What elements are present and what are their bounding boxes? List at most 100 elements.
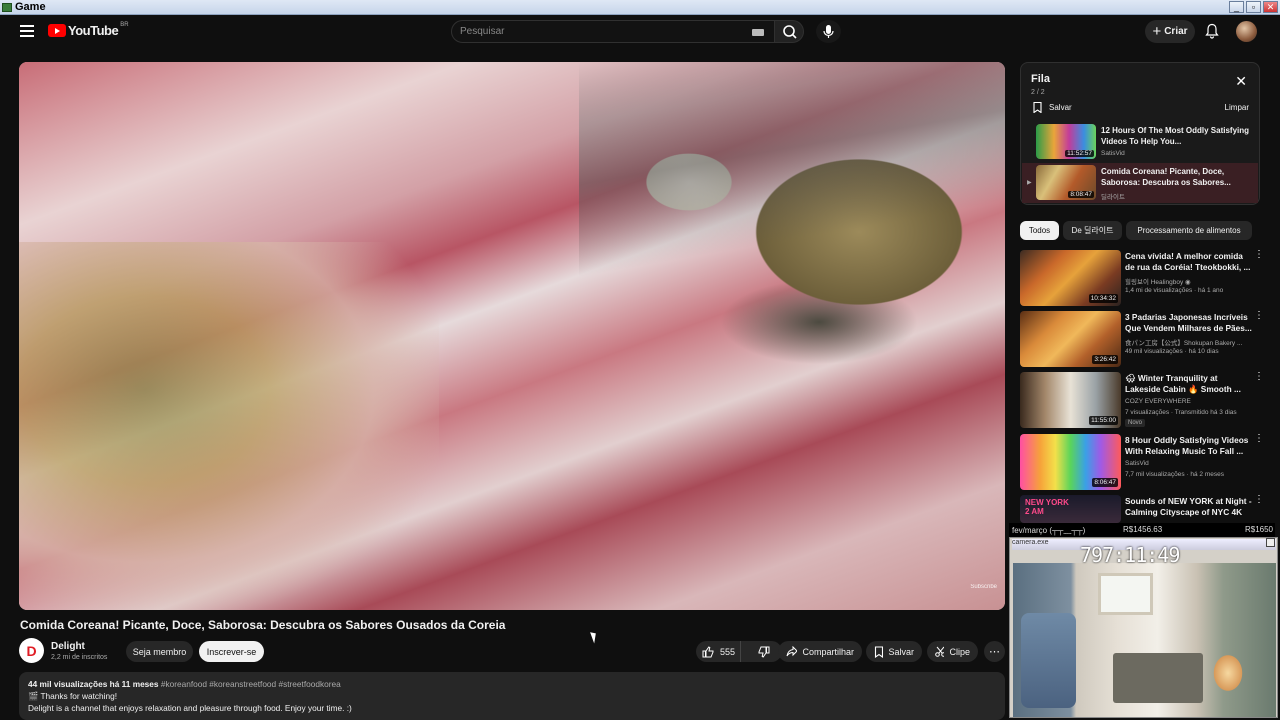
close-icon[interactable]: ✕ bbox=[1235, 74, 1247, 88]
channel-avatar[interactable]: D bbox=[19, 638, 44, 663]
recommendation-item[interactable]: 3:26:42 3 Padarias Japonesas Incríveis Q… bbox=[1020, 311, 1270, 367]
channel-subscribers: 2,2 mi de inscritos bbox=[51, 654, 108, 661]
more-options-icon[interactable]: ⋮ bbox=[1254, 495, 1264, 505]
recommendation-channel: SatisVid bbox=[1125, 460, 1149, 467]
more-actions-icon[interactable]: ⋯ bbox=[984, 641, 1005, 662]
close-icon[interactable]: ✕ bbox=[1266, 538, 1275, 547]
chip-food-processing[interactable]: Processamento de alimentos bbox=[1126, 221, 1252, 240]
close-window-button[interactable]: ✕ bbox=[1263, 1, 1278, 13]
more-options-icon[interactable]: ⋮ bbox=[1254, 434, 1264, 444]
window-titlebar: Game _ ▫ ✕ bbox=[0, 0, 1280, 15]
recommendation-title: 3 Padarias Japonesas Incríveis Que Vende… bbox=[1125, 312, 1252, 333]
new-badge: Novo bbox=[1125, 419, 1146, 427]
app-icon bbox=[2, 2, 12, 12]
queue-clear-button[interactable]: Limpar bbox=[1225, 103, 1249, 112]
search-input[interactable]: Pesquisar bbox=[451, 20, 775, 43]
clip-label: Clipe bbox=[949, 646, 970, 657]
video-player[interactable]: Subscribe bbox=[19, 62, 1005, 610]
recommendation-item[interactable]: 8:06:47 8 Hour Oddly Satisfying Videos W… bbox=[1020, 434, 1270, 490]
overlay-amount-1: R$1456.63 bbox=[1123, 525, 1163, 534]
queue-save-label: Salvar bbox=[1049, 103, 1072, 112]
user-avatar[interactable] bbox=[1236, 21, 1257, 42]
recommendation-item[interactable]: NEW YORK 2 AM Sounds of NEW YORK at Nigh… bbox=[1020, 495, 1270, 523]
share-button[interactable]: Compartilhar bbox=[778, 641, 862, 662]
overlay-amount-2: R$1650 bbox=[1244, 525, 1273, 534]
queue-item-active[interactable]: ▶ 8:08:47 Comida Coreana! Picante, Doce,… bbox=[1022, 163, 1258, 203]
like-count: 555 bbox=[720, 646, 736, 657]
clip-button[interactable]: Clipe bbox=[927, 641, 978, 662]
logo-text: YouTube bbox=[68, 23, 119, 38]
maximize-button[interactable]: ▫ bbox=[1246, 1, 1261, 13]
more-options-icon[interactable]: ⋮ bbox=[1254, 311, 1264, 321]
notifications-bell-icon[interactable] bbox=[1205, 23, 1219, 39]
chip-all[interactable]: Todos bbox=[1020, 221, 1059, 240]
mouse-cursor-icon bbox=[590, 630, 599, 644]
youtube-play-icon bbox=[48, 24, 66, 37]
queue-item[interactable]: 11:52:57 12 Hours Of The Most Oddly Sati… bbox=[1022, 122, 1258, 162]
minimize-button[interactable]: _ bbox=[1229, 1, 1244, 13]
recommendation-channel: 힐링보이 Healingboy ◉ bbox=[1125, 279, 1191, 286]
queue-save-button[interactable]: Salvar bbox=[1033, 102, 1072, 113]
recommendation-thumbnail: 11:55:00 bbox=[1020, 372, 1121, 428]
search-icon bbox=[783, 25, 797, 39]
camera-room-window bbox=[1098, 573, 1153, 615]
video-frame-shadow bbox=[579, 62, 1005, 292]
queue-count: 2 / 2 bbox=[1031, 89, 1045, 96]
recommendation-title: 🌨 Winter Tranquility at Lakeside Cabin 🔥… bbox=[1125, 373, 1241, 394]
recommendation-channel: COZY EVERYWHERE bbox=[1125, 398, 1191, 405]
queue-thumbnail: 8:08:47 bbox=[1036, 165, 1096, 200]
thumbnail-text: NEW YORK 2 AM bbox=[1025, 498, 1069, 516]
queue-duration: 8:08:47 bbox=[1068, 191, 1094, 198]
queue-title: Fila bbox=[1031, 73, 1050, 85]
chip-channel[interactable]: De 딜라이트 bbox=[1063, 221, 1122, 240]
recommendation-channel: 食パン工房【公式】Shokupan Bakery ... bbox=[1125, 340, 1243, 347]
recommendation-thumbnail: 8:06:47 bbox=[1020, 434, 1121, 490]
youtube-logo[interactable]: YouTube BR bbox=[48, 22, 129, 38]
recommendation-duration: 8:06:47 bbox=[1092, 478, 1118, 487]
scissors-icon bbox=[935, 646, 945, 657]
recommendation-thumbnail: 3:26:42 bbox=[1020, 311, 1121, 367]
more-options-icon[interactable]: ⋮ bbox=[1254, 372, 1264, 382]
recommendation-thumbnail: NEW YORK 2 AM bbox=[1020, 495, 1121, 523]
share-label: Compartilhar bbox=[802, 646, 854, 657]
thumbs-down-icon bbox=[758, 646, 770, 658]
more-options-icon[interactable]: ⋮ bbox=[1254, 250, 1264, 260]
stream-overlay-bar: fev/março (┬┬﹏┬┬) R$1456.63 R$1650 bbox=[1009, 523, 1275, 537]
window-controls: _ ▫ ✕ bbox=[1229, 1, 1278, 13]
menu-icon[interactable] bbox=[20, 25, 34, 37]
view-stats: 44 mil visualizações há 11 meses bbox=[28, 679, 159, 689]
now-playing-icon: ▶ bbox=[1027, 180, 1032, 186]
recommendation-meta: 7 visualizações · Transmitido há 3 dias bbox=[1125, 409, 1237, 416]
queue-item-title: Comida Coreana! Picante, Doce, Saborosa:… bbox=[1101, 167, 1231, 187]
keyboard-icon[interactable] bbox=[752, 29, 764, 36]
search-button[interactable] bbox=[774, 20, 804, 43]
voice-search-button[interactable] bbox=[816, 20, 841, 43]
camera-window: camera.exe ✕ 797:11:49 bbox=[1009, 537, 1278, 718]
hashtags[interactable]: #koreanfood #koreanstreetfood #streetfoo… bbox=[161, 679, 341, 689]
recommendation-item[interactable]: 11:55:00 🌨 Winter Tranquility at Lakesid… bbox=[1020, 372, 1270, 428]
queue-duration: 11:52:57 bbox=[1065, 150, 1094, 157]
share-icon bbox=[786, 646, 798, 657]
description-line-2: Delight is a channel that enjoys relaxat… bbox=[28, 703, 352, 713]
video-description[interactable]: 44 mil visualizações há 11 meses #korean… bbox=[19, 672, 1005, 720]
save-button[interactable]: Salvar bbox=[866, 641, 922, 662]
queue-item-channel: 딜라이트 bbox=[1101, 194, 1125, 201]
video-frame-detail bbox=[19, 242, 439, 610]
join-member-button[interactable]: Seja membro bbox=[126, 641, 193, 662]
search-placeholder: Pesquisar bbox=[460, 26, 505, 37]
queue-thumbnail: 11:52:57 bbox=[1036, 124, 1096, 159]
channel-avatar-letter: D bbox=[26, 642, 37, 659]
recommendation-title: Sounds of NEW YORK at Night - Calming Ci… bbox=[1125, 496, 1252, 517]
plus-icon: + bbox=[1152, 22, 1162, 40]
create-button[interactable]: + Criar bbox=[1145, 20, 1195, 43]
subscribe-button[interactable]: Inscrever-se bbox=[199, 641, 264, 662]
queue-item-channel: SatisVid bbox=[1101, 150, 1125, 157]
top-header: YouTube BR Pesquisar + Criar bbox=[0, 15, 1280, 48]
channel-name[interactable]: Delight bbox=[51, 641, 85, 652]
queue-panel: Fila 2 / 2 ✕ Salvar Limpar 11:52:57 12 H… bbox=[1020, 62, 1260, 205]
like-button[interactable]: 555 bbox=[696, 641, 742, 662]
recommendation-duration: 10:34:32 bbox=[1088, 294, 1118, 303]
dislike-button[interactable] bbox=[746, 641, 782, 662]
window-title: Game bbox=[15, 1, 46, 13]
recommendation-item[interactable]: 10:34:32 Cena vívida! A melhor comida de… bbox=[1020, 250, 1270, 306]
